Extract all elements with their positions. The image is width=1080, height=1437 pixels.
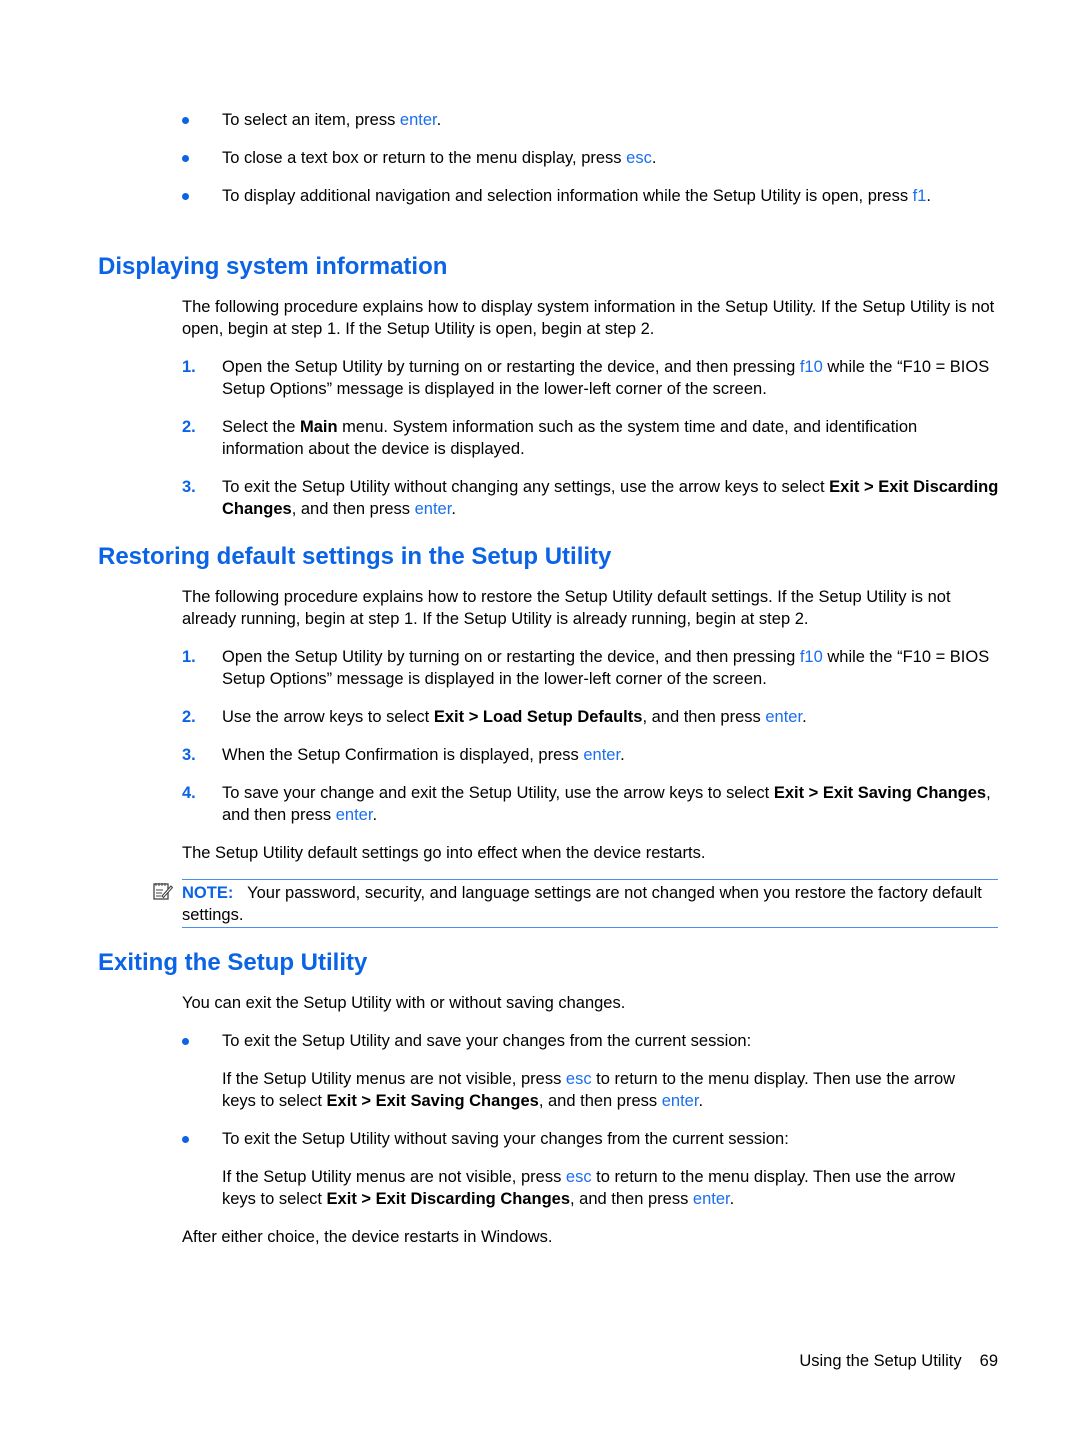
note-text: Your password, security, and language se…: [182, 884, 982, 924]
section-intro: The following procedure explains how to …: [182, 298, 995, 338]
key-enter: enter: [399, 111, 437, 129]
list-item: To exit the Setup Utility and save your …: [182, 1030, 1002, 1112]
step-item: 1. Open the Setup Utility by turning on …: [182, 358, 990, 398]
note-icon: [153, 883, 173, 900]
step-item: 3. To exit the Setup Utility without cha…: [182, 478, 999, 518]
section-outro: The Setup Utility default settings go in…: [182, 844, 706, 862]
step-item: 4. To save your change and exit the Setu…: [182, 784, 991, 824]
list-item: To close a text box or return to the men…: [182, 147, 1002, 169]
list-item: To select an item, press enter.: [182, 109, 1002, 131]
section-heading: Exiting the Setup Utility: [98, 949, 368, 976]
bullet-icon: [182, 155, 189, 162]
document-page: To select an item, press enter. To close…: [0, 0, 1080, 1437]
list-item: To exit the Setup Utility without saving…: [182, 1128, 1002, 1210]
list-item: To display additional navigation and sel…: [182, 185, 1002, 207]
page-footer: Using the Setup Utility 69: [799, 1350, 998, 1372]
footer-title: Using the Setup Utility: [799, 1352, 962, 1370]
step-item: 1. Open the Setup Utility by turning on …: [182, 648, 990, 688]
section-intro: The following procedure explains how to …: [182, 588, 951, 628]
bullet-icon: [182, 193, 189, 200]
section-intro: You can exit the Setup Utility with or w…: [182, 994, 626, 1012]
section-heading: Displaying system information: [98, 253, 448, 280]
page-number: 69: [979, 1352, 998, 1370]
note-label: NOTE:: [182, 884, 234, 902]
step-item: 3. When the Setup Confirmation is displa…: [182, 746, 625, 764]
section-heading: Restoring default settings in the Setup …: [98, 543, 612, 570]
key-f1: f1: [912, 187, 927, 205]
note-box: NOTE: Your password, security, and langu…: [182, 879, 998, 928]
key-esc: esc: [626, 149, 652, 167]
bullet-icon: [182, 117, 189, 124]
section-outro: After either choice, the device restarts…: [182, 1228, 553, 1246]
bullet-icon: [182, 1136, 189, 1143]
bullet-icon: [182, 1038, 189, 1045]
step-item: 2. Use the arrow keys to select Exit > L…: [182, 708, 807, 726]
step-item: 2. Select the Main menu. System informat…: [182, 418, 918, 458]
